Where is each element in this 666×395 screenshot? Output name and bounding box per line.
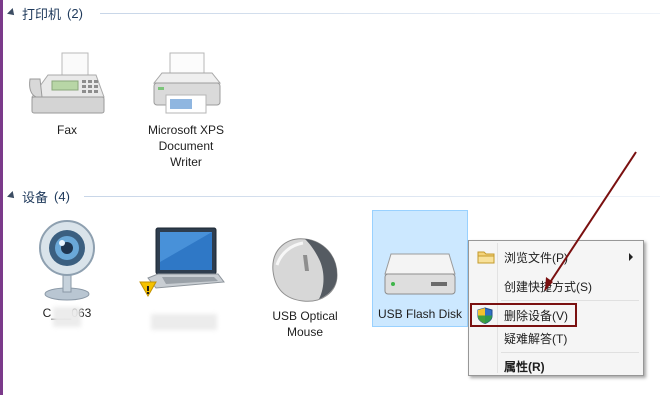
device-usb-flash-disk[interactable]: USB Flash Disk [372, 210, 468, 327]
printers-section-title: 打印机 [22, 6, 62, 22]
menu-item-properties[interactable]: 属性(R) [471, 355, 641, 377]
menu-item-label: 浏览文件(P) [504, 250, 568, 265]
submenu-arrow-icon [629, 253, 633, 261]
device-label: USB Flash Disk [377, 307, 463, 321]
device-label-line: USB Optical [272, 309, 338, 323]
context-menu: 浏览文件(P) 创建快捷方式(S) 删除设备(V) 疑难解答(T) 属性(R) [468, 240, 644, 376]
collapse-arrow-icon[interactable] [7, 191, 17, 201]
printers-section-header[interactable]: 打印机 (2) [7, 2, 83, 24]
device-laptop[interactable] [133, 222, 229, 330]
menu-item-label: 属性(R) [504, 359, 545, 374]
printer-icon [138, 48, 234, 122]
menu-item-label: 疑难解答(T) [504, 331, 568, 346]
webcam-icon [19, 215, 115, 305]
device-usb-optical-mouse[interactable]: USB Optical Mouse [257, 230, 353, 340]
mouse-icon [257, 230, 353, 308]
device-webcam[interactable]: C___063 [19, 215, 115, 327]
device-label: Fax [56, 123, 77, 137]
device-label-line: Document [158, 139, 214, 153]
device-label: USB Optical Mouse [257, 308, 353, 340]
menu-item-create-shortcut[interactable]: 创建快捷方式(S) [471, 275, 641, 297]
devices-section-count: (4) [54, 188, 70, 204]
redaction-blur [53, 307, 81, 327]
section-divider [100, 13, 660, 14]
collapse-arrow-icon[interactable] [7, 8, 17, 18]
printers-section-count: (2) [67, 5, 83, 21]
menu-item-remove-device[interactable]: 删除设备(V) [471, 304, 641, 326]
device-fax[interactable]: Fax [19, 48, 115, 138]
device-label-line: Mouse [286, 325, 324, 339]
laptop-icon [133, 222, 229, 304]
devices-section-header[interactable]: 设备 (4) [7, 185, 70, 207]
menu-item-browse-files[interactable]: 浏览文件(P) [471, 246, 641, 268]
fax-icon [19, 48, 115, 122]
devices-section-title: 设备 [22, 189, 49, 205]
menu-separator [501, 300, 639, 301]
uac-shield-icon [477, 307, 493, 324]
menu-separator [501, 352, 639, 353]
section-divider [84, 196, 660, 197]
window-left-border [0, 0, 3, 395]
folder-icon [477, 249, 495, 265]
device-xps-writer[interactable]: Microsoft XPS Document Writer [138, 48, 234, 170]
menu-item-label: 创建快捷方式(S) [504, 279, 592, 294]
usb-drive-icon [373, 211, 467, 306]
menu-item-label: 删除设备(V) [504, 308, 568, 323]
menu-item-troubleshoot[interactable]: 疑难解答(T) [471, 327, 641, 349]
device-label: Microsoft XPS Document Writer [138, 122, 234, 170]
device-label-line: Writer [170, 155, 202, 169]
device-label-line: Microsoft XPS [147, 123, 225, 137]
redaction-blur [151, 314, 217, 330]
